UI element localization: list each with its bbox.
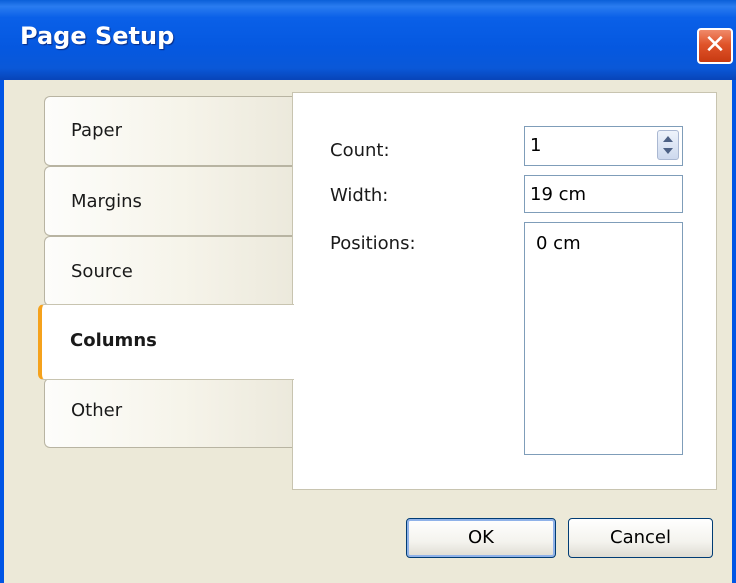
tab-other[interactable]: Other — [44, 378, 293, 448]
cancel-button[interactable]: Cancel — [568, 518, 713, 558]
close-button[interactable]: ✕ — [697, 28, 733, 64]
positions-label: Positions: — [330, 233, 416, 254]
spin-up-icon[interactable] — [663, 136, 673, 142]
width-field[interactable]: 19 cm — [524, 175, 683, 213]
count-label: Count: — [330, 140, 390, 161]
tab-other-label: Other — [71, 400, 123, 421]
count-value: 1 — [530, 135, 542, 156]
close-icon: ✕ — [704, 30, 726, 60]
tab-paper-label: Paper — [71, 120, 122, 141]
tab-columns[interactable]: Columns — [38, 304, 294, 380]
width-label: Width: — [330, 185, 389, 206]
tab-paper[interactable]: Paper — [44, 96, 293, 166]
positions-list-item[interactable]: 0 cm — [536, 233, 581, 254]
page-setup-dialog: Page Setup ✕ Paper Margins Source Column… — [0, 0, 736, 583]
tab-source-label: Source — [71, 261, 133, 282]
spin-down-icon[interactable] — [663, 148, 673, 154]
spin-buttons[interactable] — [657, 130, 679, 160]
positions-list[interactable]: 0 cm — [524, 222, 683, 455]
width-value: 19 cm — [530, 184, 587, 205]
dialog-title: Page Setup — [20, 22, 175, 50]
ok-button[interactable]: OK — [406, 518, 556, 558]
title-bar[interactable]: Page Setup ✕ — [0, 0, 736, 80]
tab-margins-label: Margins — [71, 191, 142, 212]
tab-columns-label: Columns — [70, 330, 157, 351]
tab-source[interactable]: Source — [44, 236, 293, 306]
count-stepper[interactable]: 1 — [524, 126, 683, 166]
tab-margins[interactable]: Margins — [44, 166, 293, 236]
